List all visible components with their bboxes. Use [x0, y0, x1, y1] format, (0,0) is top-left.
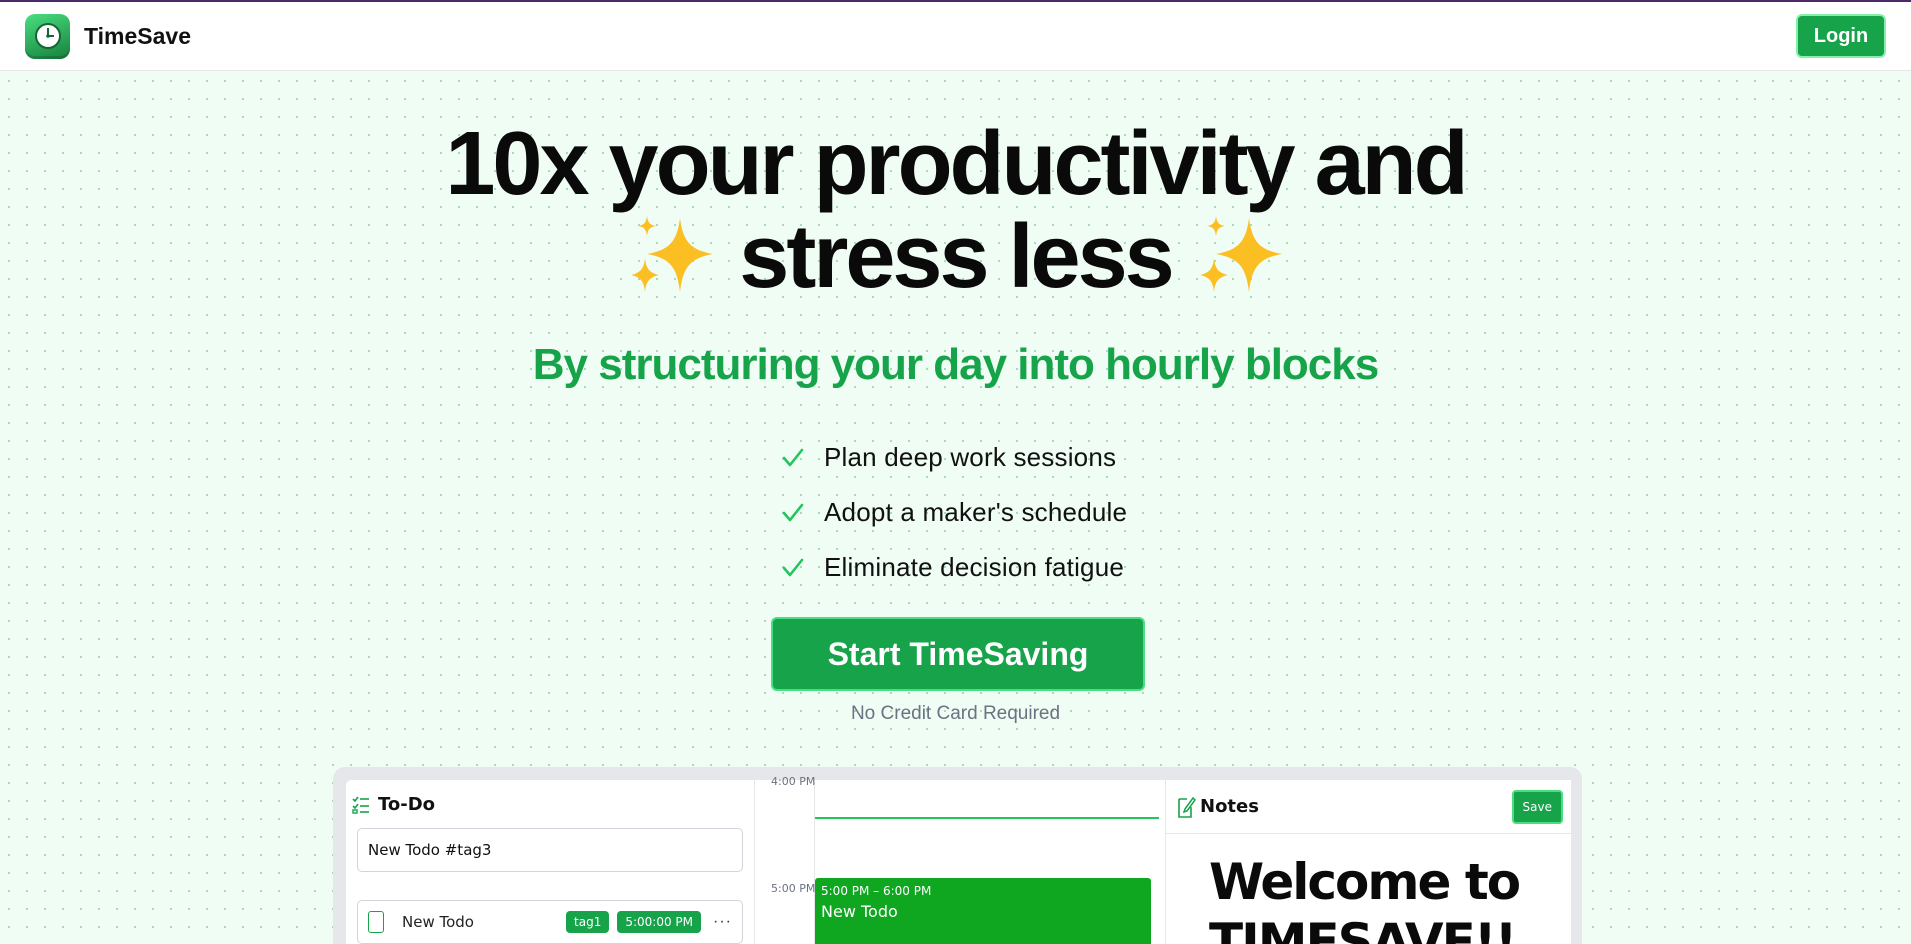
check-icon	[782, 558, 804, 576]
todo-item[interactable]: New Todo tag1 5:00:00 PM ···	[357, 900, 743, 944]
calendar-event[interactable]: 5:00 PM – 6:00 PM New Todo	[815, 878, 1151, 944]
todo-tag-pill[interactable]: tag1	[566, 911, 610, 933]
todo-input[interactable]: New Todo #tag3	[357, 828, 743, 872]
calendar-panel: 4:00 PM 5:00 PM 5:00 PM – 6:00 PM New To…	[754, 775, 1166, 944]
feature-item: Eliminate decision fatigue	[780, 540, 1127, 595]
notes-line: TIMESAVE!!	[1209, 913, 1517, 944]
feature-text: Plan deep work sessions	[824, 442, 1117, 472]
event-title: New Todo	[821, 902, 898, 921]
feature-text: Eliminate decision fatigue	[824, 552, 1125, 582]
sparkles-icon	[1194, 214, 1286, 313]
feature-text: Adopt a maker's schedule	[824, 497, 1128, 527]
start-timesaving-button[interactable]: Start TimeSaving	[771, 617, 1145, 691]
headline-line-2: stress less	[739, 207, 1174, 307]
top-nav: TimeSave Login	[0, 2, 1911, 71]
brand[interactable]: TimeSave	[25, 13, 191, 59]
todo-title: To-Do	[378, 794, 436, 815]
check-icon	[782, 503, 804, 521]
sparkles-icon	[625, 214, 717, 313]
brand-name: TimeSave	[84, 22, 191, 49]
check-icon	[782, 448, 804, 466]
time-label: 4:00 PM	[771, 775, 816, 788]
notes-line: Welcome to	[1209, 853, 1521, 911]
feature-list: Plan deep work sessions Adopt a maker's …	[780, 430, 1127, 595]
todo-panel: To-Do New Todo #tag3 New Todo tag1 5:00:…	[346, 780, 754, 944]
hero-subheadline: By structuring your day into hourly bloc…	[532, 340, 1379, 389]
clock-logo-icon	[25, 13, 70, 59]
event-time: 5:00 PM – 6:00 PM	[821, 884, 932, 898]
todo-item-name: New Todo	[402, 913, 474, 931]
todo-header: To-Do	[352, 794, 435, 815]
notes-title: Notes	[1200, 796, 1259, 817]
login-button[interactable]: Login	[1796, 14, 1886, 58]
todo-time-pill[interactable]: 5:00:00 PM	[617, 911, 702, 933]
notes-title-wrap: Notes	[1176, 795, 1259, 819]
time-label: 5:00 PM	[771, 882, 816, 895]
headline-line-1: 10x your productivity and	[445, 114, 1468, 214]
notes-content[interactable]: Welcome to TIMESAVE!!	[1209, 852, 1521, 944]
time-gutter	[755, 780, 815, 944]
notes-header: Notes Save	[1166, 780, 1571, 834]
todo-checkbox[interactable]	[368, 911, 384, 933]
feature-item: Adopt a maker's schedule	[780, 485, 1127, 540]
feature-item: Plan deep work sessions	[780, 430, 1127, 485]
note-pencil-icon	[1178, 796, 1196, 818]
notes-panel: Notes Save Welcome to TIMESAVE!!	[1166, 780, 1571, 944]
no-credit-card-note: No Credit Card Required	[850, 703, 1061, 724]
save-button[interactable]: Save	[1511, 789, 1563, 824]
current-time-line	[815, 817, 1159, 819]
more-menu-icon[interactable]: ···	[713, 913, 732, 931]
hero-headline: 10x your productivity and stress less	[0, 118, 1911, 313]
checklist-icon	[352, 796, 369, 814]
